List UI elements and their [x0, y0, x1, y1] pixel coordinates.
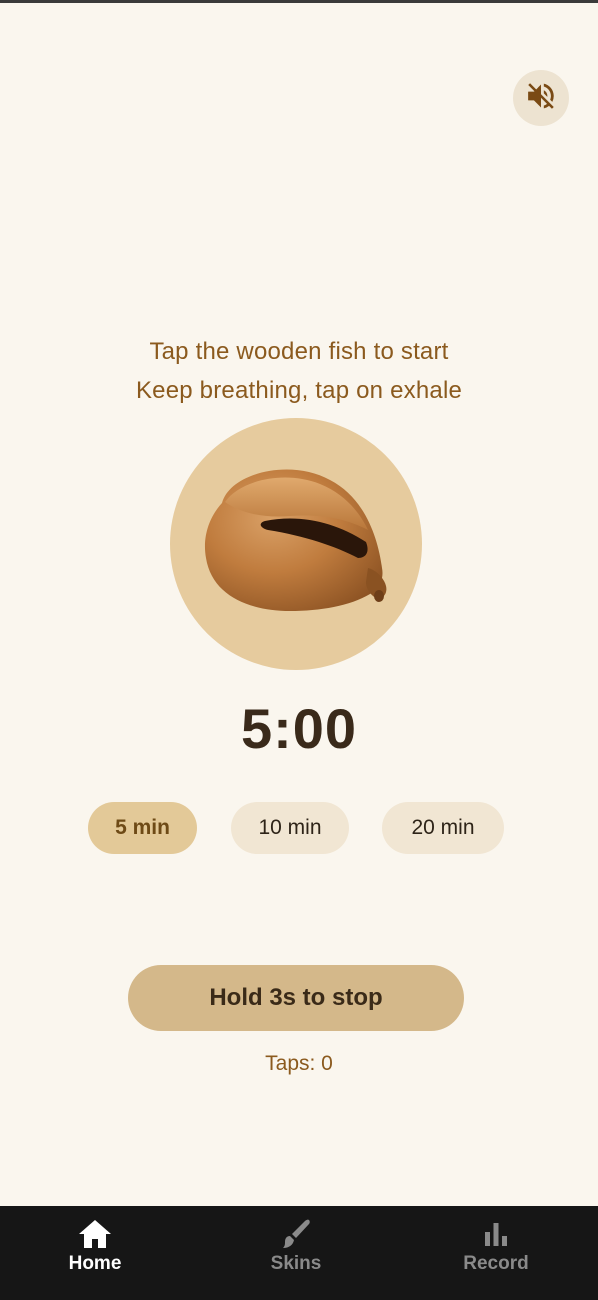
status-bar-edge — [0, 0, 598, 3]
tap-counter: Taps: 0 — [265, 1052, 333, 1075]
nav-item-record[interactable]: Record — [446, 1206, 546, 1300]
home-screen: Tap the wooden fish to start Keep breath… — [0, 0, 598, 1300]
home-icon — [78, 1218, 112, 1250]
brush-icon — [279, 1218, 313, 1250]
nav-label-home: Home — [68, 1253, 122, 1274]
wooden-fish-icon — [204, 469, 387, 611]
mute-toggle-button[interactable] — [513, 70, 569, 126]
hold-to-stop-button[interactable]: Hold 3s to stop — [128, 965, 464, 1031]
instruction-start: Tap the wooden fish to start — [149, 338, 449, 365]
countdown-timer: 5:00 — [240, 697, 358, 760]
bottom-nav-bar: Home Skins Record — [0, 1206, 598, 1300]
nav-label-record: Record — [463, 1253, 529, 1274]
speaker-muted-icon — [524, 79, 558, 118]
nav-item-skins[interactable]: Skins — [246, 1206, 346, 1300]
nav-label-skins: Skins — [270, 1253, 322, 1274]
duration-5-min-button[interactable]: 5 min — [88, 802, 197, 854]
bar-chart-icon — [479, 1218, 513, 1250]
wooden-fish-button[interactable] — [170, 418, 422, 670]
duration-20-min-button[interactable]: 20 min — [382, 802, 504, 854]
duration-10-min-button[interactable]: 10 min — [231, 802, 349, 854]
nav-item-home[interactable]: Home — [45, 1206, 145, 1300]
instruction-breathing: Keep breathing, tap on exhale — [135, 377, 463, 404]
